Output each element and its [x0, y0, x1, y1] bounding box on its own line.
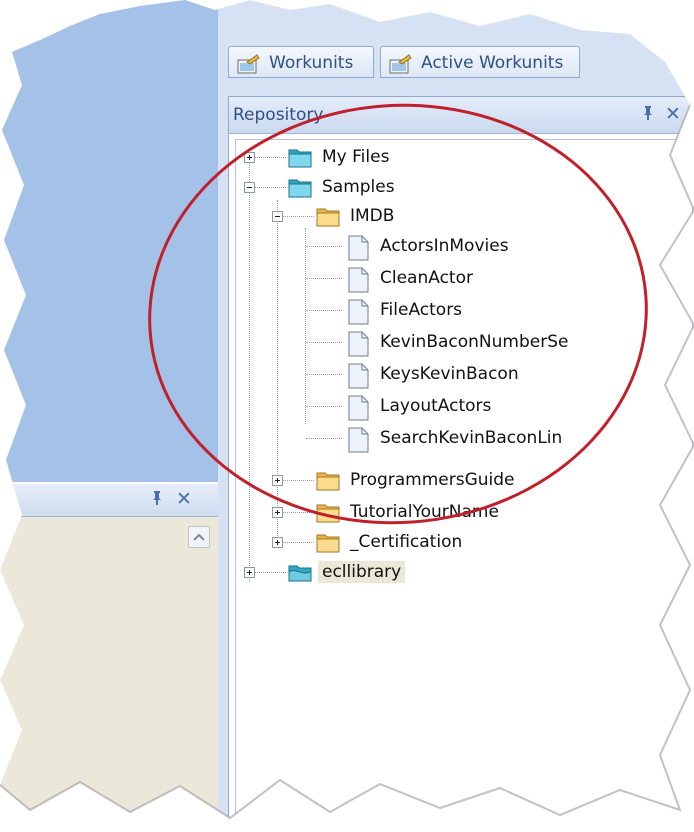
- close-icon[interactable]: ✕: [176, 488, 192, 510]
- library-icon: [288, 561, 314, 583]
- pin-icon[interactable]: [641, 105, 655, 125]
- tree-guide-line: [250, 572, 286, 573]
- tab-strip: Workunits Active Workunits: [218, 38, 694, 94]
- workunits-icon: [389, 53, 413, 74]
- left-bottom-panel: ✕: [0, 484, 218, 818]
- tree-guide-line: [278, 542, 314, 543]
- folder-yellow-icon: [316, 531, 342, 553]
- expand-icon[interactable]: [272, 537, 283, 548]
- tab-label: Workunits: [269, 53, 354, 73]
- left-bottom-panel-header: ✕: [0, 484, 218, 517]
- tab-active-workunits[interactable]: Active Workunits: [380, 46, 580, 78]
- pin-icon[interactable]: [150, 490, 164, 510]
- expand-icon[interactable]: [244, 567, 255, 578]
- close-icon[interactable]: ✕: [665, 103, 681, 125]
- tree-node-certification[interactable]: _Certification: [316, 527, 462, 557]
- tab-label: Active Workunits: [421, 53, 564, 73]
- workunits-icon: [237, 53, 261, 74]
- tree-node-ecllibrary[interactable]: ecllibrary: [288, 557, 406, 587]
- expand-icon[interactable]: [272, 507, 283, 518]
- screenshot-canvas: ✕ Workunits Active Workunits Repository …: [0, 0, 694, 818]
- tab-workunits[interactable]: Workunits: [228, 46, 374, 78]
- scroll-up-button[interactable]: [188, 526, 210, 548]
- chevron-up-icon: [193, 533, 205, 541]
